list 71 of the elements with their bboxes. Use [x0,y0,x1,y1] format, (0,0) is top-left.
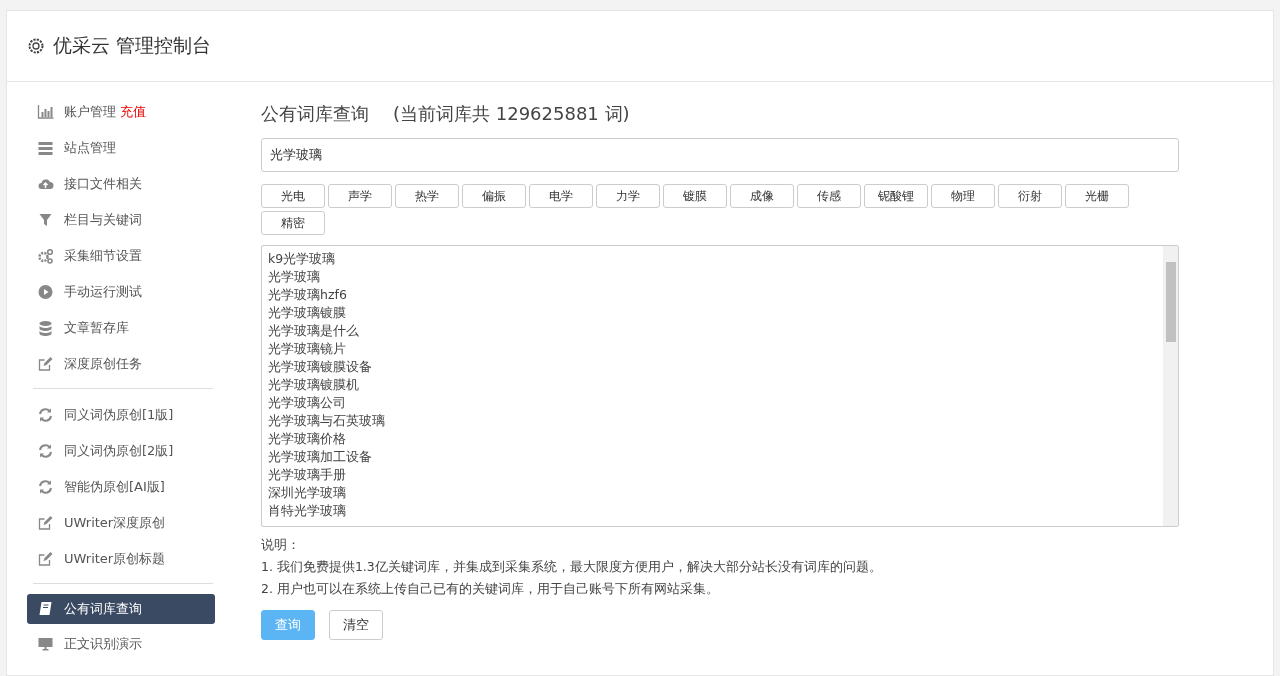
sidebar-item[interactable]: UWriter原创标题 [27,541,215,577]
notes-heading: 说明： [261,537,301,554]
sidebar-item[interactable]: 智能伪原创[AI版] [27,469,215,505]
result-item[interactable]: 光学玻璃与石英玻璃 [268,412,1157,430]
settings-icon [27,37,45,55]
sidebar-item[interactable]: 公有词库查询 [27,594,215,624]
sidebar-item[interactable]: 正文识别演示 [27,626,215,662]
category-tag[interactable]: 成像 [730,184,794,208]
sidebar-item[interactable]: UWriter深度原创 [27,505,215,541]
refresh-icon [37,407,54,423]
category-tag[interactable]: 声学 [328,184,392,208]
result-item[interactable]: 光学玻璃是什么 [268,322,1157,340]
clear-button[interactable]: 清空 [329,610,383,640]
result-item[interactable]: 光学玻璃公司 [268,394,1157,412]
sidebar-item[interactable]: 账户管理 充值 [27,94,215,130]
sidebar-item[interactable]: 文章暂存库 [27,310,215,346]
server-icon [37,140,54,156]
result-item[interactable]: 光学玻璃加工设备 [268,448,1157,466]
category-tag[interactable]: 电学 [529,184,593,208]
result-item[interactable]: 光学玻璃镀膜设备 [268,358,1157,376]
category-tag[interactable]: 力学 [596,184,660,208]
result-item[interactable]: k9光学玻璃 [268,250,1157,268]
category-tag[interactable]: 传感 [797,184,861,208]
sidebar-item[interactable]: 同义词伪原创[2版] [27,433,215,469]
category-tag[interactable]: 精密 [261,211,325,235]
category-tag[interactable]: 衍射 [998,184,1062,208]
result-item[interactable]: 光学玻璃 [268,268,1157,286]
gears-icon [37,248,54,264]
recharge-link[interactable]: 充值 [120,103,146,121]
keyword-field[interactable]: 光学玻璃 [261,138,1179,172]
sidebar-item[interactable]: 手动运行测试 [27,274,215,310]
word-count-note: (当前词库共 129625881 词) [393,102,630,126]
page-title: 公有词库查询 [261,102,369,126]
result-item[interactable]: 光学玻璃手册 [268,466,1157,484]
result-item[interactable]: 深圳光学玻璃 [268,484,1157,502]
result-item[interactable]: 光学玻璃价格 [268,430,1157,448]
console-title: 优采云 管理控制台 [53,33,212,58]
result-item[interactable]: 肖特光学玻璃 [268,502,1157,520]
category-tag[interactable]: 铌酸锂 [864,184,928,208]
category-tag[interactable]: 镀膜 [663,184,727,208]
result-item[interactable]: 光学玻璃镜片 [268,340,1157,358]
results-list[interactable]: k9光学玻璃 光学玻璃 光学玻璃hzf6 光学玻璃镀膜 光学玻璃是什么 光学玻璃镜片 光学玻璃镀膜设备 光学玻璃镀膜机 光学玻璃公司 光学玻璃与石英玻璃 光学玻璃价格 光学玻璃加工设备 光学玻璃手册 深圳光学玻璃 肖特光学玻璃 [261,245,1179,527]
sidebar-item[interactable]: 采集细节设置 [27,238,215,274]
result-item[interactable]: 光学玻璃hzf6 [268,286,1157,304]
category-tag[interactable]: 光栅 [1065,184,1129,208]
sidebar-item[interactable]: 栏目与关键词 [27,202,215,238]
result-item[interactable]: 光学玻璃镀膜 [268,304,1157,322]
note-text: 1. 我们免费提供1.3亿关键词库，并集成到采集系统，最大限度方便用户，解决大部分站长没有词库的问题。 [261,559,883,576]
bar-chart-icon [37,104,54,120]
monitor-icon [37,636,54,652]
play-icon [37,284,54,300]
sidebar-item[interactable]: 接口文件相关 [27,166,215,202]
refresh-icon [37,479,54,495]
category-tag[interactable]: 偏振 [462,184,526,208]
sidebar-item[interactable]: 站点管理 [27,130,215,166]
category-tag[interactable]: 物理 [931,184,995,208]
category-tag[interactable]: 热学 [395,184,459,208]
note-text: 2. 用户也可以在系统上传自己已有的关键词库，用于自己账号下所有网站采集。 [261,581,720,598]
refresh-icon [37,443,54,459]
filter-icon [37,212,54,228]
database-icon [37,320,54,336]
edit-icon [37,356,54,372]
scrollbar[interactable] [1163,246,1178,526]
result-item[interactable]: 光学玻璃镀膜机 [268,376,1157,394]
edit-icon [37,551,54,567]
sidebar-item[interactable]: 同义词伪原创[1版] [27,397,215,433]
category-tag[interactable]: 光电 [261,184,325,208]
sidebar-item[interactable]: 深度原创任务 [27,346,215,382]
edit-icon [37,515,54,531]
book-icon [37,601,54,617]
cloud-upload-icon [37,176,54,192]
